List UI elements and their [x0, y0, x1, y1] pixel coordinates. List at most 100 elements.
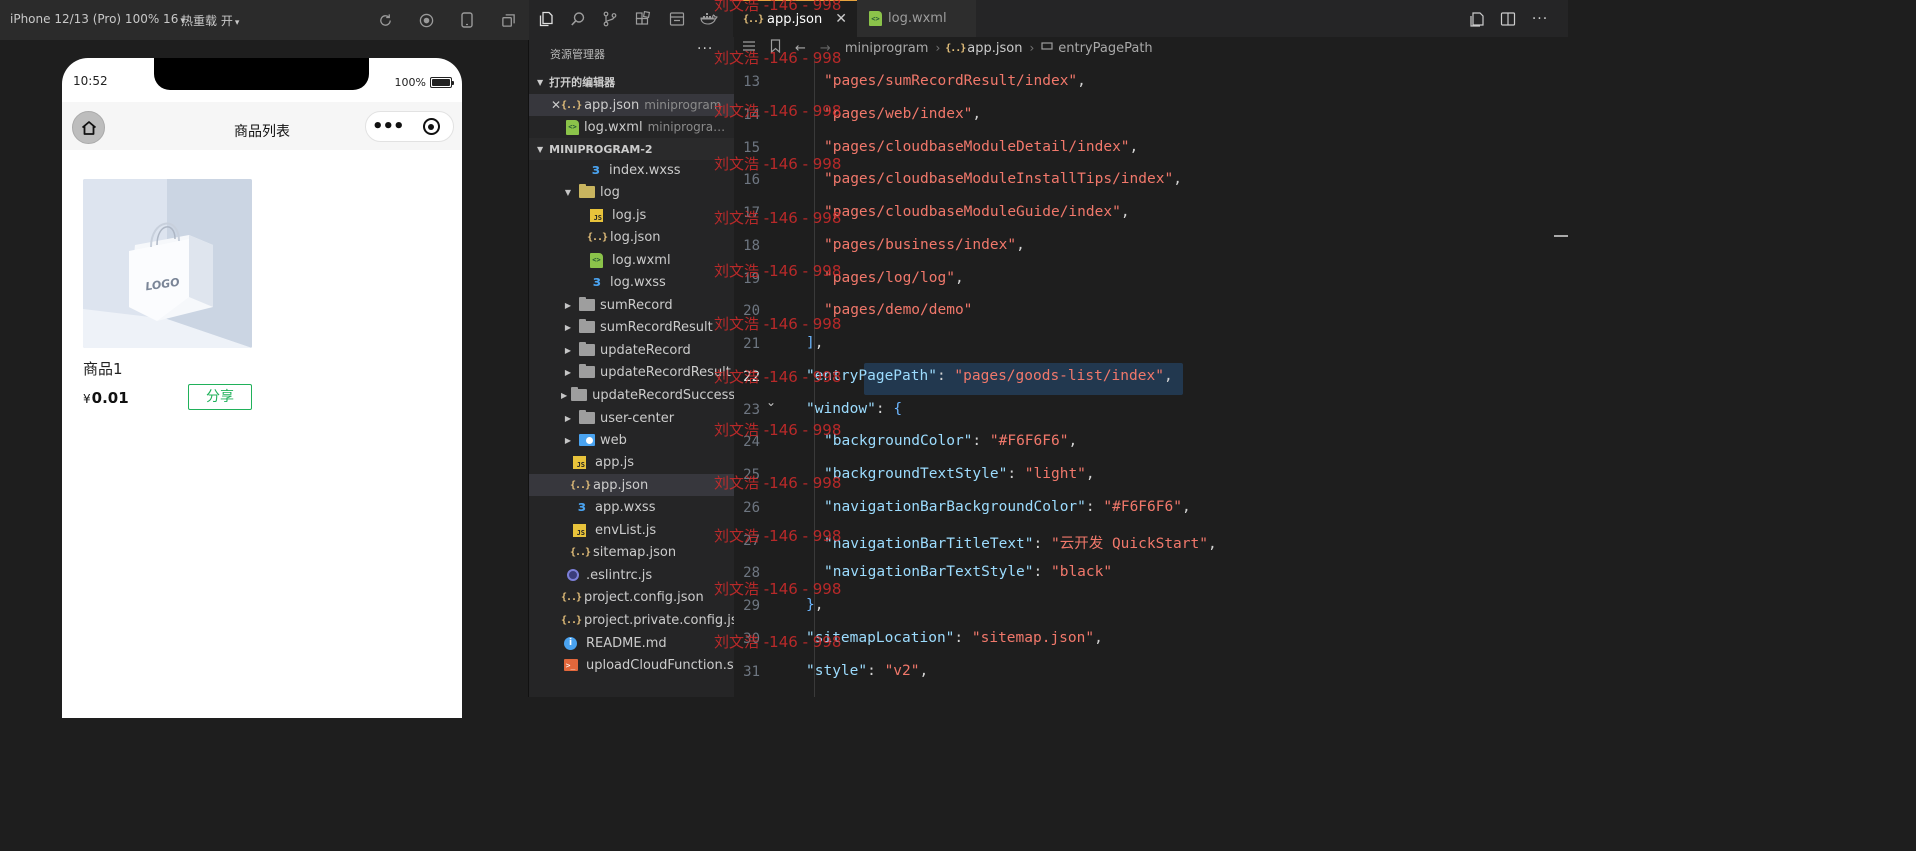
tree-item[interactable]: JS app.js	[529, 451, 734, 473]
tree-item[interactable]: {..} app.json	[529, 474, 734, 496]
goods-image[interactable]: LOGO	[83, 179, 252, 348]
code-token: "sitemapLocation"	[806, 629, 955, 646]
refresh-icon[interactable]	[376, 11, 394, 29]
tree-folder[interactable]: ▶ updateRecordResult	[529, 361, 734, 383]
code-token: ,	[1077, 73, 1086, 89]
tree-item[interactable]: i README.md	[529, 632, 734, 654]
breadcrumb-file[interactable]: app.json	[967, 41, 1022, 56]
line-number: 27	[743, 532, 760, 549]
tree-item[interactable]: з app.wxss	[529, 496, 734, 518]
navigation-bar: 商品列表 •••	[62, 102, 462, 150]
code-line: "style": "v2",	[806, 663, 928, 679]
search-icon[interactable]	[569, 10, 587, 28]
breadcrumb-symbol[interactable]: entryPagePath	[1058, 41, 1152, 56]
tree-item[interactable]: {..} sitemap.json	[529, 541, 734, 563]
line-number: 19	[743, 270, 760, 287]
more-actions-icon[interactable]: ···	[1531, 10, 1549, 28]
docker-icon[interactable]	[700, 10, 718, 28]
js-file-icon: JS	[573, 522, 590, 538]
close-miniprogram-button[interactable]	[410, 118, 454, 135]
tree-item[interactable]: з log.wxss	[529, 271, 734, 293]
explorer-more-button[interactable]: ···	[697, 41, 713, 57]
code-token: "navigationBarTextStyle"	[824, 564, 1034, 581]
code-line: ],	[806, 335, 823, 351]
code-token: "pages/goods-list/index"	[954, 367, 1164, 384]
target-icon	[422, 118, 440, 135]
folder-name: sumRecordResult	[600, 319, 713, 335]
line-number: 23	[743, 401, 760, 418]
fold-chevron-icon[interactable]: ⌄	[766, 395, 776, 409]
file-name: README.md	[586, 635, 667, 651]
tree-item[interactable]: .eslintrc.js	[529, 564, 734, 586]
tree-folder[interactable]: ▶ updateRecordSuccess	[529, 384, 734, 406]
tree-item[interactable]: {..} log.json	[529, 226, 734, 248]
tab-label: app.json	[767, 11, 823, 27]
detach-window-icon[interactable]	[499, 11, 517, 29]
chevron-down-icon: ▾	[234, 18, 240, 28]
phone-notch	[154, 58, 369, 90]
line-number: 26	[743, 499, 760, 516]
breadcrumb-folder[interactable]: miniprogram	[845, 41, 929, 56]
tree-item[interactable]: >_ uploadCloudFunction.sh	[529, 654, 734, 676]
code-token: "sitemap.json"	[971, 629, 1095, 646]
stop-record-icon[interactable]	[417, 11, 435, 29]
tab-app-json[interactable]: {..} app.json ✕	[733, 0, 857, 37]
source-control-icon[interactable]	[601, 10, 619, 28]
chevron-right-icon: ▶	[564, 322, 572, 332]
chevron-right-icon: ▶	[564, 345, 572, 355]
cloud-dev-icon[interactable]	[668, 10, 686, 28]
tree-folder[interactable]: ▶ web	[529, 429, 734, 451]
code-token: ,	[814, 335, 824, 351]
line-number: 21	[743, 336, 760, 352]
battery-percent: 100%	[394, 76, 426, 89]
tree-folder[interactable]: ▶ sumRecordResult	[529, 316, 734, 338]
open-editor-item[interactable]: ✕ {..} app.json miniprogram	[529, 94, 734, 116]
tree-folder[interactable]: ▶ sumRecord	[529, 294, 734, 316]
code-editor[interactable]: ⌄ 13 "pages/sumRecordResult/index", 14 "pag…	[734, 59, 1568, 697]
file-name: log.js	[612, 207, 647, 223]
open-editors-header[interactable]: ▼ 打开的编辑器	[529, 71, 734, 93]
bookmark-icon[interactable]	[770, 39, 781, 57]
folder-name: updateRecordResult	[600, 364, 731, 380]
chevron-down-icon: ▼	[537, 77, 544, 87]
goods-price: ¥0.01	[83, 389, 129, 407]
code-line: "backgroundColor": "#F6F6F6",	[824, 433, 1077, 449]
tree-item[interactable]: <> log.wxml	[529, 249, 734, 271]
project-header[interactable]: ▼ MINIPROGRAM-2	[529, 138, 734, 160]
tree-folder[interactable]: ▶ updateRecord	[529, 339, 734, 361]
outline-icon[interactable]	[742, 40, 756, 56]
json-file-icon: {..}	[945, 42, 966, 54]
close-icon[interactable]: ✕	[551, 98, 561, 112]
tree-item[interactable]: {..} project.config.json	[529, 586, 734, 608]
extensions-icon[interactable]	[634, 10, 652, 28]
folder-name: log	[600, 184, 620, 200]
close-icon[interactable]: ✕	[835, 11, 847, 27]
device-selector[interactable]: iPhone 12/13 (Pro) 100% 16 ▾	[10, 12, 185, 26]
code-line: "pages/log/log",	[824, 270, 964, 286]
more-button[interactable]: •••	[366, 112, 410, 142]
tree-item[interactable]: {..} project.private.config.js...	[529, 609, 734, 631]
json-file-icon: {..}	[586, 231, 608, 243]
back-arrow-icon[interactable]: ←	[795, 41, 806, 56]
forward-arrow-icon[interactable]: →	[820, 41, 831, 56]
tree-folder[interactable]: ▼ log	[529, 181, 734, 203]
share-button[interactable]: 分享	[188, 384, 252, 410]
code-token: ,	[919, 662, 929, 679]
tree-folder[interactable]: ▶ user-center	[529, 407, 734, 429]
tab-log-wxml[interactable]: <> log.wxml	[857, 0, 977, 37]
split-editor-icon[interactable]	[1499, 10, 1517, 28]
open-editor-item[interactable]: <> log.wxml miniprogram\...	[529, 116, 734, 138]
shopping-bag-image: LOGO	[83, 179, 252, 348]
explorer-icon[interactable]	[537, 10, 555, 28]
line-number: 20	[743, 303, 760, 320]
code-token: "window"	[806, 400, 876, 417]
hot-reload-toggle[interactable]: 热重载 开 ▾	[181, 12, 239, 29]
open-preview-icon[interactable]	[1468, 10, 1486, 28]
tree-item[interactable]: JS envList.js	[529, 519, 734, 541]
tree-item[interactable]: з index.wxss	[529, 159, 734, 181]
battery-icon	[430, 77, 454, 88]
code-token: "pages/log/log"	[824, 269, 955, 286]
code-line: "backgroundTextStyle": "light",	[824, 466, 1095, 482]
phone-icon[interactable]	[458, 11, 476, 29]
tree-item[interactable]: JS log.js	[529, 204, 734, 226]
